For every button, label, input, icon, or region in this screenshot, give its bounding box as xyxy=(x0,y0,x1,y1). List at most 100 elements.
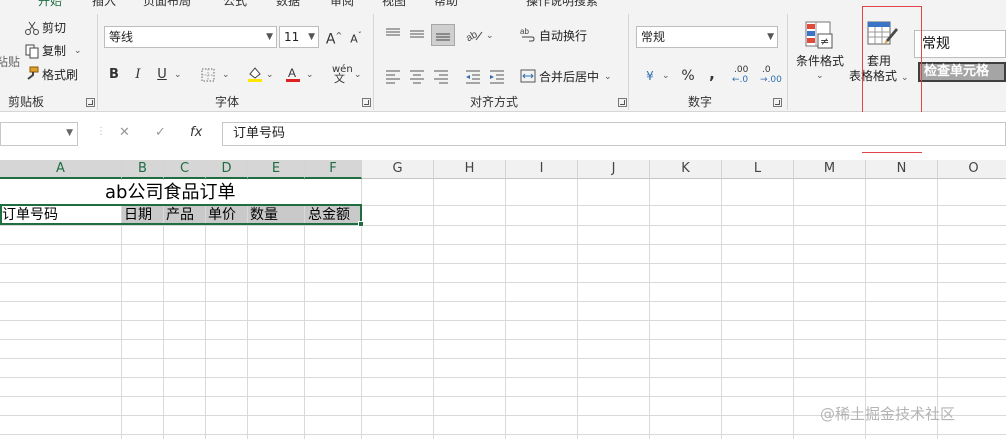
borders-dropdown-icon[interactable]: ⌄ xyxy=(222,67,230,83)
copy-dropdown-icon[interactable]: ⌄ xyxy=(74,43,82,59)
enter-icon[interactable]: ✓ xyxy=(155,125,166,140)
alignment-group-label: 对齐方式 xyxy=(470,95,519,109)
align-right-icon[interactable] xyxy=(432,68,450,84)
increase-font-size-button[interactable]: A^ xyxy=(324,26,344,48)
grid-line xyxy=(0,396,1006,397)
cut-button[interactable]: 剪切 xyxy=(42,20,66,36)
shrink-font-icon: A xyxy=(350,32,358,46)
conditional-formatting-button[interactable]: 条件格式 xyxy=(796,53,844,69)
currency-dropdown-icon[interactable]: ⌄ xyxy=(662,68,670,84)
name-box[interactable]: ▼ xyxy=(0,122,78,146)
conditional-dropdown-icon[interactable]: ⌄ xyxy=(816,68,824,84)
cell-style-check-cell[interactable]: 检查单元格 xyxy=(918,62,1006,82)
number-format-select[interactable]: 常规 ▼ xyxy=(636,26,778,48)
currency-icon[interactable]: ¥ xyxy=(640,66,660,86)
column-header-j[interactable]: J xyxy=(578,160,650,179)
tab-formulas[interactable]: 公式 xyxy=(223,0,247,8)
format-painter-icon xyxy=(27,66,39,80)
font-size-select[interactable]: 11 ▼ xyxy=(279,26,319,48)
column-header-h[interactable]: H xyxy=(434,160,506,179)
increase-indent-icon[interactable] xyxy=(488,68,506,84)
tell-me-search[interactable]: 操作说明搜索 xyxy=(526,0,598,8)
phonetic-glyph: 文 xyxy=(334,72,345,85)
column-header-d[interactable]: D xyxy=(206,160,248,179)
cell-style-normal[interactable]: 常规 xyxy=(914,30,1006,58)
column-header-o[interactable]: O xyxy=(938,160,1006,179)
align-bottom-button[interactable] xyxy=(431,24,455,46)
column-header-b[interactable]: B xyxy=(122,160,164,179)
column-header-l[interactable]: L xyxy=(722,160,794,179)
decrease-decimal-icon: →.00 xyxy=(760,75,782,85)
phonetic-dropdown-icon[interactable]: ⌄ xyxy=(354,67,362,83)
grow-font-icon: A xyxy=(325,31,336,48)
paste-button[interactable]: 粘贴 xyxy=(0,54,20,70)
align-left-icon[interactable] xyxy=(384,68,402,84)
copy-icon xyxy=(25,44,39,59)
grid-line xyxy=(0,301,1006,302)
grid-line xyxy=(0,377,1006,378)
orientation-icon[interactable]: ab xyxy=(464,26,484,44)
grid-line xyxy=(505,179,506,439)
align-middle-icon[interactable] xyxy=(408,26,426,42)
column-header-f[interactable]: F xyxy=(305,160,362,179)
column-header-m[interactable]: M xyxy=(794,160,866,179)
font-color-dropdown-icon[interactable]: ⌄ xyxy=(306,67,314,83)
grid-line xyxy=(721,179,722,439)
clipboard-launcher-icon[interactable] xyxy=(86,98,95,107)
merge-dropdown-icon[interactable]: ⌄ xyxy=(604,69,612,85)
formula-input[interactable]: 订单号码 xyxy=(222,122,1006,146)
italic-button[interactable]: I xyxy=(128,65,148,85)
decrease-font-size-button[interactable]: Aˇ xyxy=(346,26,366,46)
tab-page-layout[interactable]: 页面布局 xyxy=(143,0,191,8)
font-launcher-icon[interactable] xyxy=(362,98,371,107)
column-header-c[interactable]: C xyxy=(164,160,206,179)
chevron-down-icon: ▼ xyxy=(266,32,273,42)
svg-text:ab: ab xyxy=(520,27,529,36)
alignment-launcher-icon[interactable] xyxy=(618,98,627,107)
grid-line xyxy=(0,225,1006,226)
column-header-a[interactable]: A xyxy=(0,160,122,179)
tab-data[interactable]: 数据 xyxy=(276,0,300,8)
decrease-indent-icon[interactable] xyxy=(464,68,482,84)
percent-button[interactable]: % xyxy=(678,66,698,86)
fill-handle[interactable] xyxy=(358,221,364,227)
grid-line xyxy=(0,282,1006,283)
tab-insert[interactable]: 插入 xyxy=(92,0,116,8)
grid-line xyxy=(0,434,1006,435)
wrap-text-button[interactable]: 自动换行 xyxy=(539,28,587,44)
grid-line xyxy=(0,358,1006,359)
tab-help[interactable]: 帮助 xyxy=(434,0,458,8)
merge-center-button[interactable]: 合并后居中 xyxy=(539,69,599,85)
orientation-dropdown-icon[interactable]: ⌄ xyxy=(486,28,494,44)
tab-review[interactable]: 审阅 xyxy=(330,0,354,8)
drag-handle-icon[interactable]: ⋮ xyxy=(96,126,106,137)
bold-button[interactable]: B xyxy=(104,65,124,85)
cancel-icon[interactable]: ✕ xyxy=(119,125,130,140)
column-header-e[interactable]: E xyxy=(248,160,305,179)
underline-dropdown-icon[interactable]: ⌄ xyxy=(174,67,182,83)
grid-line xyxy=(937,179,938,439)
copy-button[interactable]: 复制 xyxy=(42,43,66,59)
column-header-k[interactable]: K xyxy=(650,160,722,179)
font-name-select[interactable]: 等线 ▼ xyxy=(104,26,277,48)
comma-style-button[interactable]: , xyxy=(702,64,722,84)
column-header-g[interactable]: G xyxy=(362,160,434,179)
decrease-decimal-button[interactable]: .0 xyxy=(762,65,771,75)
column-header-i[interactable]: I xyxy=(506,160,578,179)
align-top-icon[interactable] xyxy=(384,26,402,42)
insert-function-icon[interactable]: fx xyxy=(190,125,202,140)
svg-text:≠: ≠ xyxy=(820,35,829,48)
underline-button[interactable]: U xyxy=(152,65,172,85)
number-launcher-icon[interactable] xyxy=(773,98,782,107)
fill-color-dropdown-icon[interactable]: ⌄ xyxy=(266,67,274,83)
align-bottom-icon xyxy=(436,33,450,41)
tab-view[interactable]: 视图 xyxy=(382,0,406,8)
font-color-icon[interactable]: A xyxy=(284,65,302,83)
borders-icon[interactable] xyxy=(200,67,216,83)
format-painter-button[interactable]: 格式刷 xyxy=(42,67,78,83)
fill-color-icon[interactable] xyxy=(246,65,264,83)
increase-decimal-button[interactable]: .00 xyxy=(734,65,748,75)
column-header-n[interactable]: N xyxy=(866,160,938,179)
tab-home[interactable]: 开始 xyxy=(38,0,62,8)
align-center-icon[interactable] xyxy=(408,68,426,84)
